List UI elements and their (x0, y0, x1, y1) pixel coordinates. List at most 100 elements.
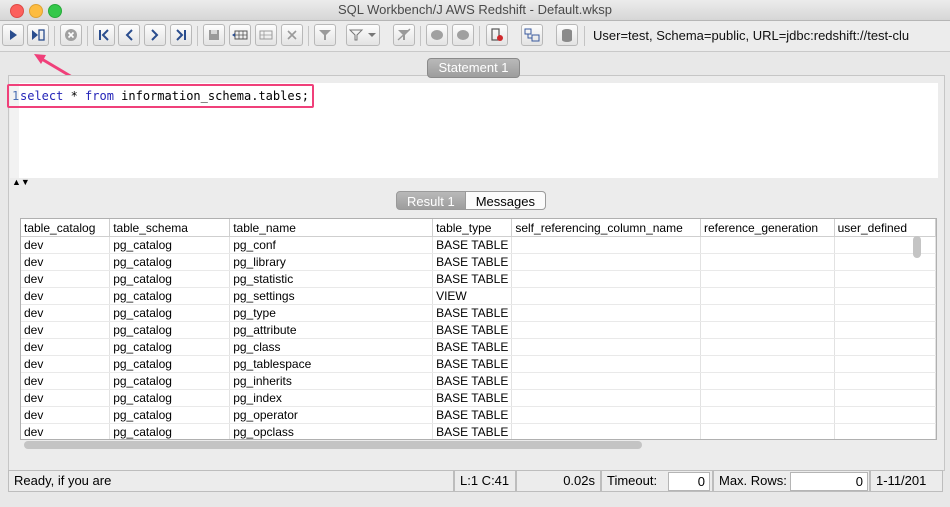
max-rows-input[interactable]: 0 (790, 472, 868, 491)
table-cell[interactable]: pg_catalog (109, 406, 231, 424)
table-cell[interactable]: pg_catalog (109, 389, 231, 407)
table-row[interactable]: dev pg_catalog pg_opclass BASE TABLE (21, 423, 936, 439)
table-cell[interactable]: BASE TABLE (432, 321, 513, 339)
table-cell[interactable] (700, 287, 835, 305)
table-cell[interactable]: dev (21, 338, 111, 356)
table-cell[interactable] (834, 270, 936, 288)
table-cell[interactable] (834, 389, 936, 407)
table-cell[interactable]: BASE TABLE (432, 270, 513, 288)
table-cell[interactable]: BASE TABLE (432, 236, 513, 254)
insert-row-button[interactable] (229, 24, 251, 46)
table-cell[interactable]: dev (21, 355, 111, 373)
table-row[interactable]: dev pg_catalog pg_index BASE TABLE (21, 389, 936, 407)
table-cell[interactable]: pg_catalog (109, 423, 231, 439)
table-cell[interactable]: pg_catalog (109, 287, 231, 305)
table-row[interactable]: dev pg_catalog pg_library BASE TABLE (21, 253, 936, 271)
column-header[interactable]: table_schema (109, 219, 231, 237)
table-cell[interactable] (700, 406, 835, 424)
table-cell[interactable] (511, 270, 701, 288)
table-cell[interactable] (700, 321, 835, 339)
copy-row-button[interactable] (255, 24, 277, 46)
table-cell[interactable] (700, 253, 835, 271)
table-cell[interactable] (511, 423, 701, 439)
table-cell[interactable]: dev (21, 406, 111, 424)
table-row[interactable]: dev pg_catalog pg_operator BASE TABLE (21, 406, 936, 424)
table-cell[interactable]: pg_conf (229, 236, 434, 254)
table-cell[interactable]: dev (21, 236, 111, 254)
table-cell[interactable] (834, 304, 936, 322)
splitter-arrows-icon[interactable]: ▲▼ (12, 177, 30, 187)
column-header[interactable]: table_name (229, 219, 434, 237)
column-header[interactable]: reference_generation (700, 219, 835, 237)
clear-filter-button[interactable] (393, 24, 415, 46)
table-cell[interactable]: dev (21, 372, 111, 390)
table-row[interactable]: dev pg_catalog pg_tablespace BASE TABLE (21, 355, 936, 373)
table-cell[interactable]: pg_operator (229, 406, 434, 424)
table-row[interactable]: dev pg_catalog pg_conf BASE TABLE (21, 236, 936, 254)
table-cell[interactable] (511, 355, 701, 373)
table-cell[interactable]: pg_tablespace (229, 355, 434, 373)
table-cell[interactable]: BASE TABLE (432, 389, 513, 407)
table-cell[interactable] (834, 338, 936, 356)
table-cell[interactable]: dev (21, 389, 111, 407)
table-row[interactable]: dev pg_catalog pg_type BASE TABLE (21, 304, 936, 322)
table-cell[interactable]: BASE TABLE (432, 423, 513, 439)
table-cell[interactable] (834, 321, 936, 339)
table-cell[interactable] (834, 406, 936, 424)
table-cell[interactable]: dev (21, 287, 111, 305)
filter-dropdown-button[interactable] (346, 24, 380, 46)
table-cell[interactable] (700, 270, 835, 288)
column-header[interactable]: table_type (432, 219, 513, 237)
table-cell[interactable] (511, 338, 701, 356)
table-cell[interactable] (511, 236, 701, 254)
disconnect-button[interactable] (486, 24, 508, 46)
table-cell[interactable] (511, 389, 701, 407)
table-cell[interactable] (834, 423, 936, 439)
table-cell[interactable]: pg_index (229, 389, 434, 407)
table-row[interactable]: dev pg_catalog pg_attribute BASE TABLE (21, 321, 936, 339)
column-header[interactable]: table_catalog (21, 219, 111, 237)
timeout-input[interactable]: 0 (668, 472, 710, 491)
table-cell[interactable] (511, 406, 701, 424)
rollback-button[interactable] (452, 24, 474, 46)
table-cell[interactable] (700, 355, 835, 373)
table-cell[interactable] (700, 423, 835, 439)
table-cell[interactable]: pg_catalog (109, 355, 231, 373)
object-explorer-button[interactable] (521, 24, 543, 46)
table-cell[interactable]: BASE TABLE (432, 355, 513, 373)
table-cell[interactable] (511, 304, 701, 322)
table-cell[interactable]: dev (21, 321, 111, 339)
table-cell[interactable]: pg_catalog (109, 338, 231, 356)
previous-row-button[interactable] (118, 24, 140, 46)
last-row-button[interactable] (170, 24, 192, 46)
table-cell[interactable]: pg_opclass (229, 423, 434, 439)
table-cell[interactable] (700, 236, 835, 254)
table-cell[interactable]: BASE TABLE (432, 338, 513, 356)
table-cell[interactable]: dev (21, 304, 111, 322)
table-row[interactable]: dev pg_catalog pg_settings VIEW (21, 287, 936, 305)
table-cell[interactable]: VIEW (432, 287, 513, 305)
table-cell[interactable]: BASE TABLE (432, 406, 513, 424)
table-cell[interactable]: BASE TABLE (432, 372, 513, 390)
table-cell[interactable]: pg_settings (229, 287, 434, 305)
table-cell[interactable] (700, 304, 835, 322)
table-cell[interactable]: pg_attribute (229, 321, 434, 339)
table-cell[interactable]: pg_catalog (109, 372, 231, 390)
tab-statement-1[interactable]: Statement 1 (427, 58, 520, 78)
table-cell[interactable] (834, 372, 936, 390)
tab-messages[interactable]: Messages (465, 191, 546, 210)
first-row-button[interactable] (93, 24, 115, 46)
table-cell[interactable] (834, 287, 936, 305)
table-cell[interactable]: pg_catalog (109, 321, 231, 339)
table-cell[interactable] (834, 355, 936, 373)
table-cell[interactable]: pg_inherits (229, 372, 434, 390)
save-button[interactable] (203, 24, 225, 46)
stop-button[interactable] (60, 24, 82, 46)
delete-row-button[interactable] (281, 24, 303, 46)
table-cell[interactable] (700, 338, 835, 356)
table-cell[interactable]: pg_statistic (229, 270, 434, 288)
execute-button[interactable] (2, 24, 24, 46)
table-cell[interactable]: pg_library (229, 253, 434, 271)
table-row[interactable]: dev pg_catalog pg_statistic BASE TABLE (21, 270, 936, 288)
table-cell[interactable] (511, 287, 701, 305)
